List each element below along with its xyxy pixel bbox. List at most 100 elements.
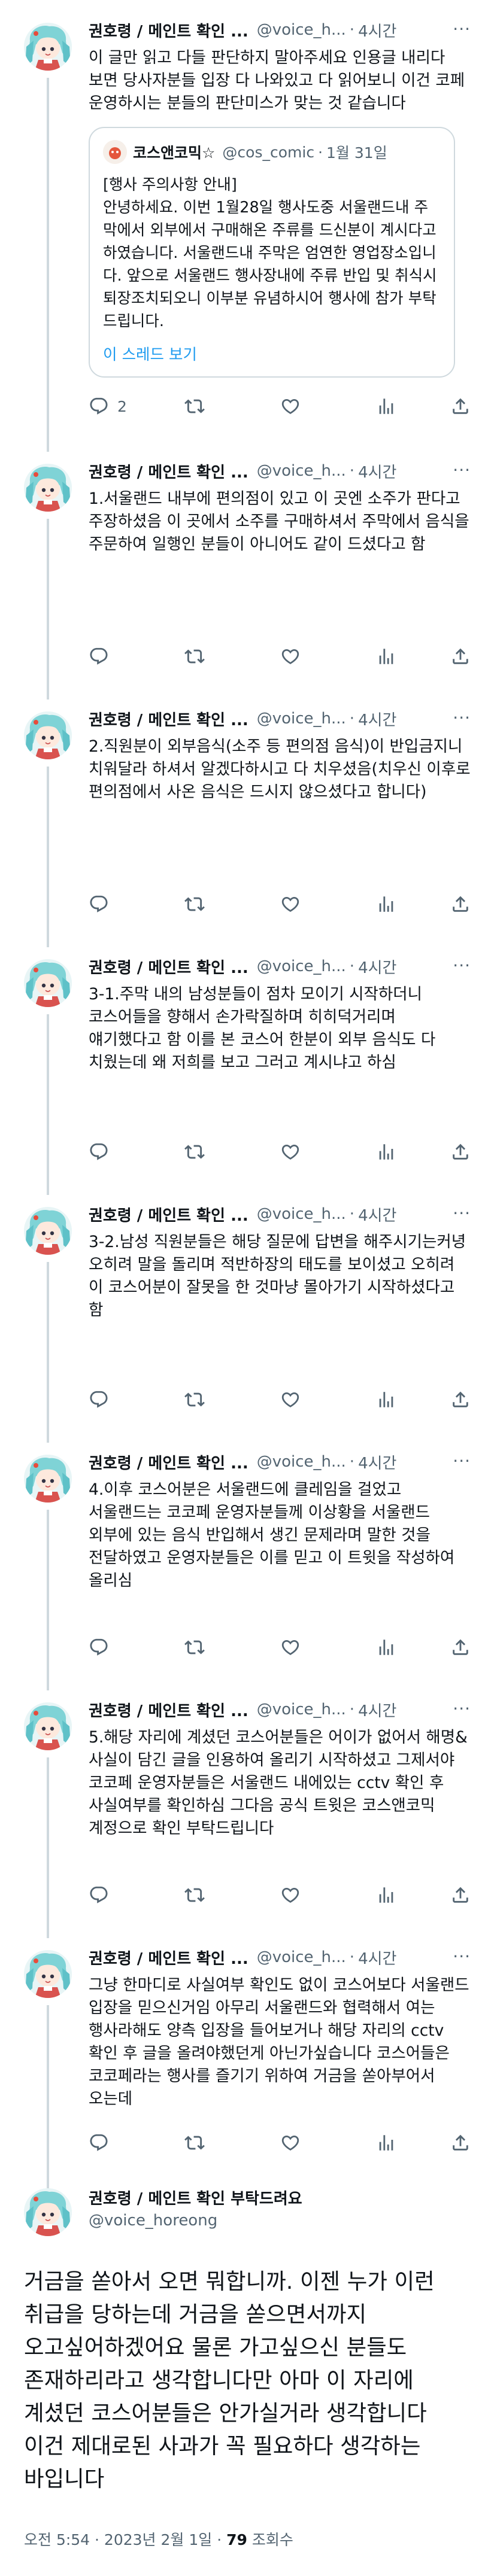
author-name[interactable]: 권호령 / 메인트 확인 부탁드려요 [89,2188,302,2210]
reply-button[interactable] [89,1885,109,1905]
avatar[interactable] [24,959,72,1007]
reply-button[interactable] [89,646,109,667]
author-name[interactable]: 권호령 / 메인트 확인 ... [89,1451,248,1473]
tweet-timestamp[interactable]: 오전 5:54 · 2023년 2월 1일 · [24,2531,226,2548]
avatar[interactable] [24,464,72,512]
reply-icon [89,646,109,667]
quoted-tweet[interactable]: 코스앤코믹☆ @cos_comic · 1월 31일 [행사 주의사항 안내] … [89,127,455,378]
avatar[interactable] [24,1950,72,1998]
tweet-time[interactable]: 4시간 [358,1451,396,1473]
views-button[interactable] [376,894,396,914]
author-handle[interactable]: @voice_h... [257,1205,346,1223]
author-handle[interactable]: @voice_h... [257,1948,346,1966]
like-button[interactable] [280,1389,301,1410]
retweet-button[interactable] [184,396,205,416]
share-button[interactable] [450,1389,471,1410]
more-icon[interactable]: ··· [453,956,471,975]
tweet-time[interactable]: 4시간 [358,1699,396,1720]
retweet-button[interactable] [184,894,205,914]
views-button[interactable] [376,1389,396,1410]
thread-tweet[interactable]: 권호령 / 메인트 확인 ... @voice_h... · 4시간 ··· 5… [0,1680,485,1927]
like-button[interactable] [280,1637,301,1657]
author-handle[interactable]: @voice_h... [257,462,346,480]
author-name[interactable]: 권호령 / 메인트 확인 ... [89,1699,248,1720]
more-icon[interactable]: ··· [453,1451,471,1471]
thread-tweet[interactable]: 권호령 / 메인트 확인 ... @voice_h... · 4시간 ··· 4… [0,1432,485,1680]
avatar[interactable] [24,2188,72,2236]
tweet-time[interactable]: 4시간 [358,956,396,977]
retweet-button[interactable] [184,1885,205,1905]
tweet-time[interactable]: 4시간 [358,19,396,41]
share-button[interactable] [450,1885,471,1905]
thread-tweet[interactable]: 권호령 / 메인트 확인 ... @voice_h... · 4시간 ··· 이… [0,0,485,441]
author-handle[interactable]: @voice_h... [257,1701,346,1719]
author-name[interactable]: 권호령 / 메인트 확인 ... [89,460,248,482]
share-button[interactable] [450,1142,471,1162]
like-button[interactable] [280,646,301,667]
reply-button[interactable]: 2 [89,396,127,416]
share-button[interactable] [450,2133,471,2153]
reply-button[interactable] [89,894,109,914]
author-handle[interactable]: @voice_h... [257,710,346,728]
share-icon [450,1637,471,1657]
views-button[interactable] [376,1637,396,1657]
avatar[interactable] [24,1702,72,1750]
avatar[interactable] [24,23,72,71]
reply-button[interactable] [89,1389,109,1410]
share-button[interactable] [450,396,471,416]
quote-line: 안녕하세요. 이번 1월28일 행사도중 서울랜드내 주막에서 외부에서 구매해… [103,199,437,330]
more-icon[interactable]: ··· [453,1699,471,1719]
author-handle[interactable]: @voice_h... [257,957,346,975]
like-button[interactable] [280,1142,301,1162]
retweet-button[interactable] [184,1142,205,1162]
tweet-time[interactable]: 4시간 [358,1947,396,1968]
avatar[interactable] [24,1207,72,1255]
author-name[interactable]: 권호령 / 메인트 확인 ... [89,19,248,41]
retweet-button[interactable] [184,1389,205,1410]
thread-tweet[interactable]: 권호령 / 메인트 확인 ... @voice_h... · 4시간 ··· 2… [0,689,485,936]
thread-tweet[interactable]: 권호령 / 메인트 확인 ... @voice_h... · 4시간 ··· 3… [0,936,485,1184]
views-button[interactable] [376,396,396,416]
author-name[interactable]: 권호령 / 메인트 확인 ... [89,956,248,977]
share-button[interactable] [450,646,471,667]
views-button[interactable] [376,1142,396,1162]
thread-tweet[interactable]: 권호령 / 메인트 확인 ... @voice_h... · 4시간 ··· 3… [0,1184,485,1432]
avatar[interactable] [24,711,72,759]
retweet-button[interactable] [184,646,205,667]
more-icon[interactable]: ··· [453,1947,471,1966]
show-thread-link[interactable]: 이 스레드 보기 [103,342,441,364]
retweet-button[interactable] [184,2133,205,2153]
like-button[interactable] [280,894,301,914]
tweet-time[interactable]: 4시간 [358,460,396,482]
thread-tweet[interactable]: 권호령 / 메인트 확인 ... @voice_h... · 4시간 ··· 그… [0,1927,485,2175]
author-name[interactable]: 권호령 / 메인트 확인 ... [89,1947,248,1968]
author-handle[interactable]: @voice_horeong [89,2210,302,2231]
views-button[interactable] [376,646,396,667]
author-name[interactable]: 권호령 / 메인트 확인 ... [89,708,248,729]
like-button[interactable] [280,1885,301,1905]
share-button[interactable] [450,894,471,914]
tweet-time[interactable]: 4시간 [358,708,396,729]
author-handle[interactable]: @voice_h... [257,21,346,39]
tweet-text: 3-1.주막 내의 남성분들이 점차 모이기 시작하더니 코스어들을 향해서 손… [89,985,436,1072]
views-button[interactable] [376,2133,396,2153]
more-icon[interactable]: ··· [453,708,471,728]
reply-button[interactable] [89,1142,109,1162]
retweet-button[interactable] [184,1637,205,1657]
tweet-time[interactable]: 4시간 [358,1203,396,1225]
reply-button[interactable] [89,2133,109,2153]
more-icon[interactable]: ··· [453,19,471,39]
separator-dot: · [318,143,323,161]
reply-button[interactable] [89,1637,109,1657]
avatar[interactable] [24,1455,72,1503]
views-button[interactable] [376,1885,396,1905]
thread-tweet[interactable]: 권호령 / 메인트 확인 ... @voice_h... · 4시간 ··· 1… [0,441,485,689]
like-button[interactable] [280,2133,301,2153]
author-handle[interactable]: @voice_h... [257,1453,346,1471]
like-button[interactable] [280,396,301,416]
more-icon[interactable]: ··· [453,460,471,480]
author-name[interactable]: 권호령 / 메인트 확인 ... [89,1203,248,1225]
more-icon[interactable]: ··· [453,1203,471,1223]
share-icon [450,1885,471,1905]
share-button[interactable] [450,1637,471,1657]
